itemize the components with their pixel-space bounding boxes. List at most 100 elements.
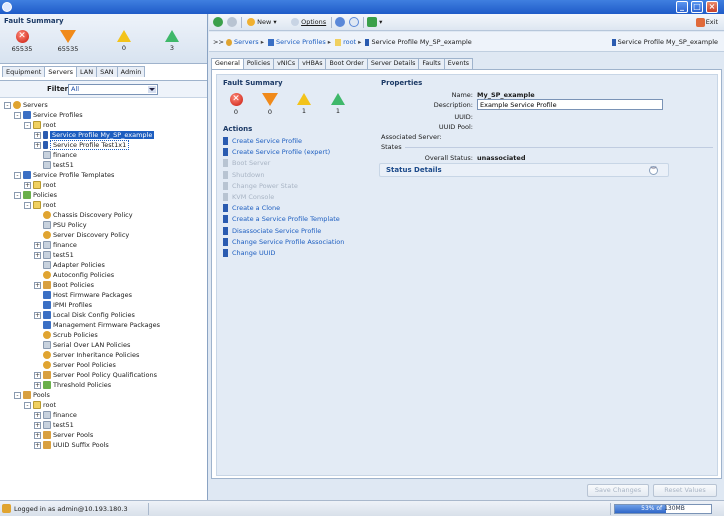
breadcrumb-service-profiles[interactable]: Service Profiles — [276, 38, 326, 46]
fault-major[interactable]: 65535 — [48, 30, 88, 53]
tab-faults[interactable]: Faults — [418, 58, 445, 69]
new-button[interactable]: New ▾ — [247, 17, 277, 28]
tree-node[interactable]: + Threshold Policies — [34, 380, 111, 390]
profile-fault-warning[interactable]: 1 — [323, 93, 353, 115]
action-link[interactable]: Create a Clone — [223, 203, 280, 213]
tree-node[interactable]: Scrub Policies — [34, 330, 98, 340]
tab-san[interactable]: SAN — [96, 66, 118, 77]
tree-node[interactable]: + Service Profile Test1x1 — [34, 140, 130, 150]
profile-fault-critical[interactable]: ✕ 0 — [221, 93, 251, 116]
maximize-button[interactable]: □ — [691, 1, 703, 13]
tree-node[interactable]: finance — [34, 150, 77, 160]
tree-node[interactable]: + test51 — [34, 420, 74, 430]
exit-button[interactable]: Exit — [695, 17, 718, 28]
tree-node[interactable]: + finance — [34, 410, 77, 420]
tree-node[interactable]: IPMI Profiles — [34, 300, 92, 310]
collapse-icon[interactable]: - — [24, 201, 31, 209]
options-button[interactable]: Options — [291, 17, 326, 28]
tab-equipment[interactable]: Equipment — [2, 66, 46, 77]
tree-node[interactable]: + Service Profile My_SP_example — [34, 130, 155, 140]
action-link[interactable]: Create Service Profile (expert) — [223, 147, 330, 157]
help-button[interactable] — [335, 17, 345, 28]
expand-icon[interactable]: + — [34, 411, 41, 419]
tree-node[interactable]: PSU Policy — [34, 220, 87, 230]
tab-boot-order[interactable]: Boot Order — [325, 58, 368, 69]
description-field[interactable] — [477, 99, 663, 110]
minimize-button[interactable]: _ — [676, 1, 688, 13]
tab-policies[interactable]: Policies — [242, 58, 275, 69]
expand-icon[interactable]: + — [34, 241, 41, 249]
collapse-icon[interactable]: - — [4, 101, 11, 109]
save-changes-button[interactable]: Save Changes — [587, 484, 649, 497]
tree-node[interactable]: - Service Profiles — [14, 110, 83, 120]
tab-events[interactable]: Events — [443, 58, 474, 69]
collapse-icon[interactable]: - — [14, 191, 21, 199]
expand-icon[interactable]: + — [34, 141, 41, 149]
chevron-down-icon[interactable]: ︾ — [649, 166, 658, 175]
collapse-icon[interactable]: - — [24, 121, 31, 129]
tree-node[interactable]: test51 — [34, 160, 74, 170]
action-link[interactable]: Disassociate Service Profile — [223, 226, 321, 236]
tree-node[interactable]: + root — [24, 180, 56, 190]
expand-icon[interactable]: + — [34, 381, 41, 389]
reset-values-button[interactable]: Reset Values — [653, 484, 717, 497]
tree-node[interactable]: - root — [24, 400, 56, 410]
action-link[interactable]: Change UUID — [223, 248, 275, 258]
tree-node[interactable]: - Servers — [4, 100, 48, 110]
collapse-icon[interactable]: - — [14, 391, 21, 399]
collapse-icon[interactable]: - — [14, 111, 21, 119]
tree-node[interactable]: Server Pool Policies — [34, 360, 116, 370]
expand-icon[interactable]: + — [34, 281, 41, 289]
tab-admin[interactable]: Admin — [116, 66, 146, 77]
collapse-icon[interactable]: - — [14, 171, 21, 179]
back-button[interactable] — [213, 17, 223, 28]
tree-node[interactable]: Server Discovery Policy — [34, 230, 129, 240]
tree-node[interactable]: + Server Pools — [34, 430, 93, 440]
tree-node[interactable]: - root — [24, 120, 56, 130]
expand-icon[interactable]: + — [34, 311, 41, 319]
collapse-icon[interactable]: - — [24, 401, 31, 409]
expand-icon[interactable]: + — [34, 131, 41, 139]
tree-node[interactable]: Management Firmware Packages — [34, 320, 160, 330]
tree-node[interactable]: Server Inheritance Policies — [34, 350, 139, 360]
action-link[interactable]: Create Service Profile — [223, 136, 302, 146]
tree-node[interactable]: Autoconfig Policies — [34, 270, 114, 280]
tree-node[interactable]: + test51 — [34, 250, 74, 260]
pending-activities-button[interactable]: ▾ — [367, 17, 382, 28]
tab-general[interactable]: General — [211, 58, 244, 69]
info-button[interactable] — [349, 17, 359, 28]
profile-fault-minor[interactable]: 1 — [289, 93, 319, 115]
breadcrumb-root[interactable]: root — [343, 38, 356, 46]
fault-minor[interactable]: 0 — [104, 30, 144, 52]
tab-vnics[interactable]: vNICs — [273, 58, 300, 69]
fault-warning[interactable]: 3 — [152, 30, 192, 52]
action-link[interactable]: Create a Service Profile Template — [223, 214, 340, 224]
tab-lan[interactable]: LAN — [76, 66, 98, 77]
tree-node[interactable]: + Boot Policies — [34, 280, 94, 290]
status-details-panel[interactable]: Status Details ︾ — [379, 163, 669, 177]
tree-node[interactable]: + UUID Suffix Pools — [34, 440, 109, 450]
tree-node[interactable]: + Server Pool Policy Qualifications — [34, 370, 157, 380]
tree-node[interactable]: + Local Disk Config Policies — [34, 310, 135, 320]
tree-node[interactable]: Adapter Policies — [34, 260, 105, 270]
action-link[interactable]: Change Service Profile Association — [223, 237, 344, 247]
profile-fault-major[interactable]: 0 — [255, 93, 285, 116]
breadcrumb-servers[interactable]: Servers — [234, 38, 259, 46]
expand-icon[interactable]: + — [34, 371, 41, 379]
close-button[interactable]: × — [706, 1, 718, 13]
tab-server-details[interactable]: Server Details — [366, 58, 420, 69]
expand-icon[interactable]: + — [34, 431, 41, 439]
tree-node[interactable]: - Service Profile Templates — [14, 170, 114, 180]
tab-servers[interactable]: Servers — [44, 66, 77, 77]
tree-node[interactable]: Serial Over LAN Policies — [34, 340, 130, 350]
expand-icon[interactable]: + — [34, 421, 41, 429]
tree-node[interactable]: Chassis Discovery Policy — [34, 210, 133, 220]
tree-node[interactable]: - Policies — [14, 190, 57, 200]
filter-dropdown[interactable]: All — [68, 84, 158, 95]
forward-button[interactable] — [227, 17, 237, 28]
tree-node[interactable]: Host Firmware Packages — [34, 290, 132, 300]
tree-node[interactable]: - Pools — [14, 390, 50, 400]
tree-node[interactable]: + finance — [34, 240, 77, 250]
fault-critical[interactable]: ✕ 65535 — [2, 30, 42, 53]
tree-node[interactable]: - root — [24, 200, 56, 210]
